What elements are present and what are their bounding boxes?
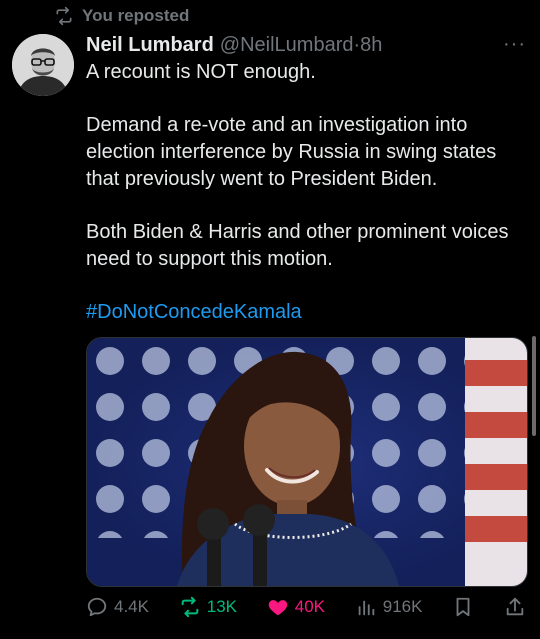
repost-icon [56, 6, 72, 26]
post-photo [87, 338, 527, 586]
post-paragraph: Demand a re-vote and an investigation in… [86, 114, 497, 190]
post-header: Neil Lumbard @NeilLumbard · 8h ··· [86, 31, 526, 59]
like-button[interactable]: 40K [267, 596, 325, 618]
handle[interactable]: @NeilLumbard [220, 34, 354, 57]
view-count: 916K [382, 597, 423, 616]
more-icon[interactable]: ··· [503, 33, 526, 56]
share-button[interactable] [504, 596, 526, 618]
repost-banner: You reposted [54, 4, 189, 28]
like-count: 40K [294, 597, 325, 616]
bookmark-button[interactable] [452, 596, 474, 618]
share-icon [506, 597, 524, 616]
views-button[interactable]: 916K [355, 596, 423, 618]
bookmark-icon [456, 597, 470, 617]
hashtag-link[interactable]: #DoNotConcedeKamala [86, 301, 302, 323]
repost-count: 13K [206, 597, 237, 616]
post-text: A recount is NOT enough. Demand a re-vot… [86, 59, 532, 326]
display-name[interactable]: Neil Lumbard [86, 34, 214, 57]
scrollbar[interactable] [532, 336, 536, 436]
repost-banner-text: You reposted [82, 6, 190, 25]
reply-icon [87, 597, 107, 617]
heart-icon [268, 600, 287, 616]
action-bar: 4.4K 13K 40K 916K [86, 594, 526, 620]
post-image[interactable] [86, 337, 528, 587]
reply-count: 4.4K [114, 597, 149, 616]
separator: · [353, 33, 361, 56]
timestamp[interactable]: 8h [360, 34, 382, 57]
reply-button[interactable]: 4.4K [86, 596, 149, 618]
avatar-photo [12, 34, 74, 96]
analytics-icon [358, 600, 374, 616]
post-paragraph: Both Biden & Harris and other prominent … [86, 221, 509, 270]
avatar[interactable] [12, 34, 74, 96]
repost-icon [181, 596, 199, 618]
post-paragraph: A recount is NOT enough. [86, 61, 316, 83]
repost-button[interactable]: 13K [179, 596, 237, 618]
